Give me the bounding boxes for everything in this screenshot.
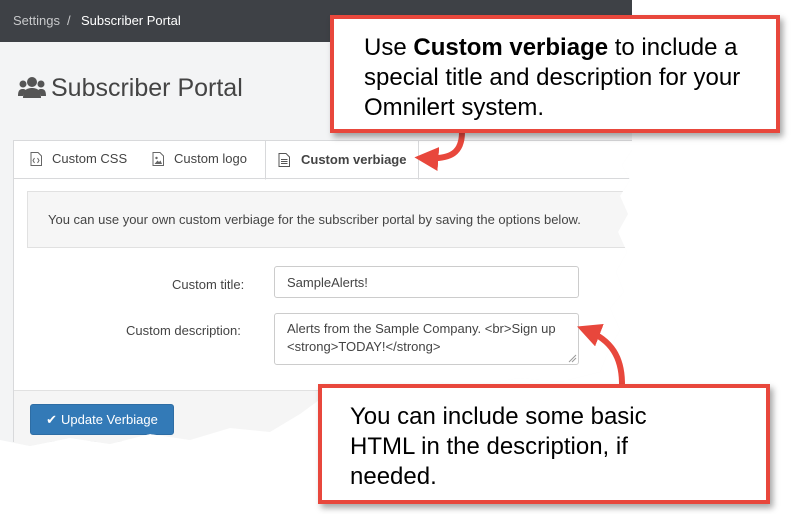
callout-text: Use Custom verbiage to include a special… — [364, 33, 764, 123]
callout-custom-verbiage: Use Custom verbiage to include a special… — [330, 15, 780, 133]
custom-description-label: Custom description: — [126, 323, 241, 338]
tab-custom-verbiage[interactable]: Custom verbiage — [265, 140, 419, 180]
custom-description-textarea[interactable]: Alerts from the Sample Company. <br>Sign… — [274, 313, 579, 365]
tab-label: Custom CSS — [52, 151, 128, 166]
users-icon — [18, 77, 46, 98]
tab-label: Custom logo — [174, 151, 247, 166]
breadcrumb-current: Subscriber Portal — [81, 13, 181, 28]
page-title: Subscriber Portal — [51, 74, 243, 102]
checkmark-icon: ✔ — [46, 411, 58, 427]
code-file-icon — [30, 152, 42, 166]
breadcrumb-settings-link[interactable]: Settings — [13, 13, 60, 28]
callout-text-bold: Custom verbiage — [413, 34, 609, 61]
info-text: You can use your own custom verbiage for… — [48, 212, 581, 227]
update-verbiage-button[interactable]: ✔ Update Verbiage — [30, 404, 174, 435]
callout-text: You can include some basic HTML in the d… — [350, 403, 647, 490]
custom-title-input[interactable] — [274, 266, 579, 298]
text-file-icon — [278, 153, 290, 167]
breadcrumb-separator: / — [67, 13, 71, 28]
resize-handle-icon[interactable] — [567, 353, 577, 363]
image-icon — [152, 152, 164, 166]
callout-html-description: You can include some basic HTML in the d… — [318, 384, 770, 504]
custom-title-label: Custom title: — [172, 277, 245, 292]
callout-text-prefix: Use — [364, 34, 414, 61]
tab-label: Custom verbiage — [301, 152, 407, 167]
update-verbiage-label: Update Verbiage — [61, 411, 158, 427]
info-panel: You can use your own custom verbiage for… — [27, 191, 632, 248]
tabs-divider — [14, 178, 632, 179]
